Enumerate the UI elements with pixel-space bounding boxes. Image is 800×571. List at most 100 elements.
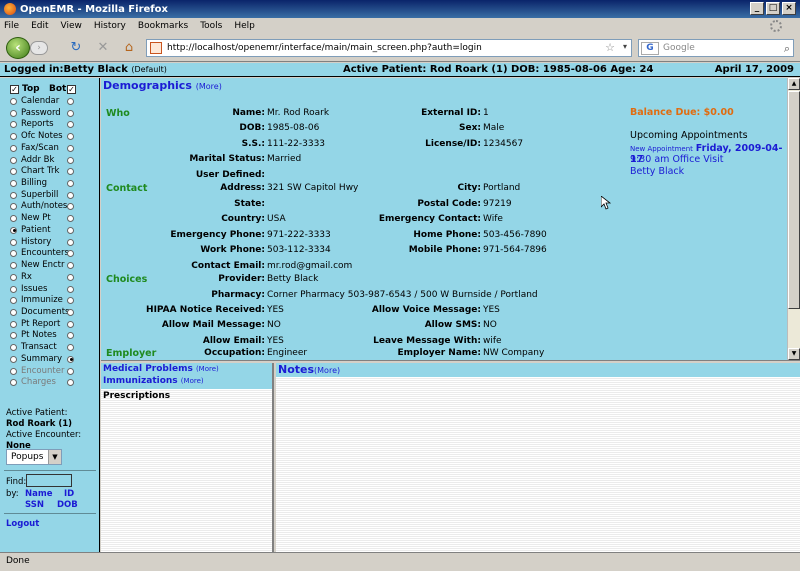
nav-item-label[interactable]: New Enctr <box>21 260 65 270</box>
nav-item-label[interactable]: Summary <box>21 354 62 364</box>
appointment-time[interactable]: 9:30 am Office Visit <box>630 154 723 165</box>
nav-radio-bot[interactable] <box>67 133 74 141</box>
nav-item-label[interactable]: Reports <box>21 119 54 129</box>
url-dropdown-icon[interactable]: ▾ <box>623 42 627 51</box>
nav-item-label[interactable]: Auth/notes <box>21 201 67 211</box>
immunizations-text[interactable]: Immunizations <box>103 376 178 386</box>
nav-radio-top[interactable] <box>10 367 17 375</box>
nav-radio-bot[interactable] <box>67 121 74 129</box>
menu-help[interactable]: Help <box>234 21 255 31</box>
nav-item-chart-trk[interactable]: Chart Trk <box>0 166 100 178</box>
nav-radio-bot[interactable] <box>67 308 74 316</box>
nav-item-encounters[interactable]: Encounters <box>0 248 100 260</box>
stop-icon[interactable]: ✕ <box>95 40 111 56</box>
nav-radio-top[interactable] <box>10 297 17 305</box>
nav-item-label[interactable]: Encounter <box>21 366 64 376</box>
nav-radio-top[interactable] <box>10 121 17 129</box>
top-checkbox[interactable]: ✓ <box>10 85 19 94</box>
nav-radio-bot[interactable] <box>67 344 74 352</box>
nav-item-label[interactable]: Pt Report <box>21 319 60 329</box>
nav-radio-bot[interactable] <box>67 297 74 305</box>
demographics-scrollbar[interactable]: ▲ ▼ <box>787 78 800 360</box>
nav-item-summary[interactable]: Summary <box>0 354 100 366</box>
bot-checkbox[interactable]: ✓ <box>67 85 76 94</box>
home-icon[interactable]: ⌂ <box>121 40 137 56</box>
nav-item-label[interactable]: Pt Notes <box>21 330 57 340</box>
nav-radio-bot[interactable] <box>67 379 74 387</box>
nav-radio-top[interactable] <box>10 98 17 105</box>
nav-item-billing[interactable]: Billing <box>0 178 100 190</box>
nav-item-label[interactable]: Patient <box>21 225 51 235</box>
immunizations-more[interactable]: (More) <box>181 377 204 385</box>
nav-radio-top[interactable] <box>10 379 17 387</box>
nav-radio-bot[interactable] <box>67 203 74 211</box>
nav-item-documents[interactable]: Documents <box>0 307 100 319</box>
menu-history[interactable]: History <box>94 21 126 31</box>
chevron-down-icon[interactable]: ▼ <box>48 450 61 464</box>
google-engine-icon[interactable]: G <box>641 42 659 55</box>
nav-radio-bot[interactable] <box>67 262 74 270</box>
popups-select[interactable]: Popups ▼ <box>6 449 62 465</box>
nav-radio-top[interactable] <box>10 215 17 223</box>
nav-item-pt-notes[interactable]: Pt Notes <box>0 330 100 342</box>
nav-item-label[interactable]: Rx <box>21 272 32 282</box>
nav-radio-bot[interactable] <box>67 238 74 246</box>
nav-item-fax-scan[interactable]: Fax/Scan <box>0 143 100 155</box>
nav-item-password[interactable]: Password <box>0 108 100 120</box>
nav-item-label[interactable]: Documents <box>21 307 69 317</box>
nav-radio-bot[interactable] <box>67 367 74 375</box>
immunizations-link[interactable]: Immunizations (More) <box>103 376 204 386</box>
nav-radio-bot[interactable] <box>67 250 74 258</box>
forward-arrow-icon[interactable]: › <box>30 41 48 55</box>
nav-item-label[interactable]: Charges <box>21 377 56 387</box>
nav-radio-bot[interactable] <box>67 144 74 152</box>
menu-file[interactable]: File <box>4 21 19 31</box>
nav-radio-bot[interactable] <box>67 191 74 199</box>
nav-item-label[interactable]: Superbill <box>21 190 58 200</box>
url-bar[interactable]: http://localhost/openemr/interface/main/… <box>146 39 632 57</box>
nav-radio-bot[interactable] <box>67 226 74 234</box>
nav-radio-top[interactable] <box>10 156 17 164</box>
nav-item-reports[interactable]: Reports <box>0 119 100 131</box>
nav-item-ofc-notes[interactable]: Ofc Notes <box>0 131 100 143</box>
find-by-dob-link[interactable]: DOB <box>57 500 78 510</box>
nav-item-superbill[interactable]: Superbill <box>0 190 100 202</box>
nav-item-transact[interactable]: Transact <box>0 342 100 354</box>
nav-item-addr-bk[interactable]: Addr Bk <box>0 155 100 167</box>
bookmark-star-icon[interactable]: ☆ <box>605 41 615 54</box>
notes-more-link[interactable]: (More) <box>314 366 340 375</box>
find-by-ssn-link[interactable]: SSN <box>25 500 44 510</box>
nav-radio-top[interactable] <box>10 273 17 281</box>
nav-item-label[interactable]: Addr Bk <box>21 155 54 165</box>
nav-item-immunize[interactable]: Immunize <box>0 295 100 307</box>
nav-radio-bot[interactable] <box>67 332 74 340</box>
nav-radio-top[interactable] <box>10 344 17 352</box>
nav-item-label[interactable]: Issues <box>21 284 47 294</box>
nav-item-new-enctr[interactable]: New Enctr <box>0 260 100 272</box>
nav-radio-bot[interactable] <box>67 109 74 117</box>
back-arrow-icon[interactable]: ‹ <box>6 37 30 59</box>
nav-radio-top[interactable] <box>10 226 17 234</box>
nav-item-label[interactable]: History <box>21 237 51 247</box>
find-by-id-link[interactable]: ID <box>64 489 74 499</box>
minimize-button[interactable]: _ <box>750 2 764 15</box>
close-window-button[interactable]: × <box>782 2 796 15</box>
medical-problems-more[interactable]: (More) <box>196 365 219 373</box>
scroll-thumb[interactable] <box>788 91 800 309</box>
nav-item-charges[interactable]: Charges <box>0 377 100 389</box>
nav-radio-bot[interactable] <box>67 156 74 164</box>
appointment-provider[interactable]: Betty Black <box>630 166 684 177</box>
nav-item-rx[interactable]: Rx <box>0 272 100 284</box>
nav-radio-top[interactable] <box>10 180 17 188</box>
scroll-up-icon[interactable]: ▲ <box>788 78 800 90</box>
nav-radio-top[interactable] <box>10 355 17 363</box>
find-by-name-link[interactable]: Name <box>25 489 52 499</box>
nav-radio-top[interactable] <box>10 320 17 328</box>
nav-item-patient[interactable]: Patient <box>0 225 100 237</box>
nav-radio-bot[interactable] <box>67 320 74 328</box>
nav-item-encounter[interactable]: Encounter <box>0 366 100 378</box>
nav-item-history[interactable]: History <box>0 237 100 249</box>
medical-problems-text[interactable]: Medical Problems <box>103 364 193 374</box>
nav-radio-top[interactable] <box>10 332 17 340</box>
nav-item-label[interactable]: Immunize <box>21 295 63 305</box>
